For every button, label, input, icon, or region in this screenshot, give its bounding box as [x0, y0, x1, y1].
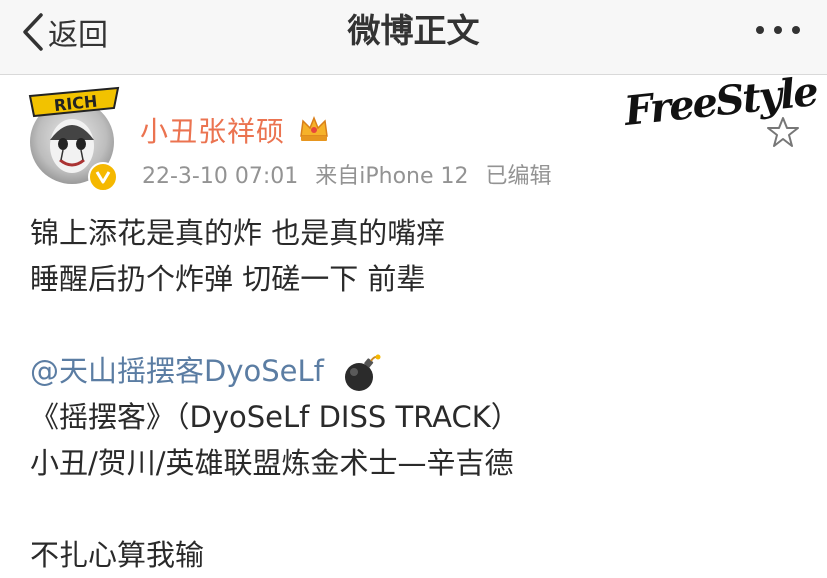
post-line: 不扎心算我输: [30, 538, 205, 572]
username[interactable]: 小丑张祥硕: [140, 110, 285, 150]
verified-badge: [88, 162, 118, 192]
more-button[interactable]: [755, 22, 801, 41]
post-line: 小丑/贺川/英雄联盟炼金术士—辛吉德: [30, 446, 514, 480]
rich-badge-text: RICH: [53, 92, 98, 115]
avatar[interactable]: RICH: [26, 86, 122, 192]
page-title: 微博正文: [347, 11, 480, 50]
post-source: 来自iPhone 12: [315, 164, 469, 189]
more-dots-icon: [756, 26, 800, 34]
crown-icon[interactable]: [298, 114, 330, 144]
verified-icon: [95, 171, 111, 184]
post-content: 锦上添花是真的炸 也是真的嘴痒 睡醒后扔个炸弹 切磋一下 前辈 @天山摇摆客Dy…: [30, 210, 810, 578]
star-icon[interactable]: [766, 116, 800, 148]
post-line: 《摇摆客》（DyoSeLf DISS TRACK）: [30, 400, 520, 434]
post-spacer: [30, 302, 810, 348]
post-timestamp: 22-3-10 07:01: [142, 164, 299, 189]
bomb-icon: [345, 354, 381, 391]
post-meta: 22-3-10 07:01 来自iPhone 12 已编辑: [142, 158, 562, 190]
post-line: 锦上添花是真的炸 也是真的嘴痒: [30, 216, 446, 250]
mention-link[interactable]: @天山摇摆客DyoSeLf: [30, 354, 324, 388]
nav-bar: 返回 微博正文: [0, 0, 827, 75]
post-line: 睡醒后扔个炸弹 切磋一下 前辈: [30, 262, 426, 296]
post-line: @天山摇摆客DyoSeLf: [30, 348, 810, 394]
edited-label[interactable]: 已编辑: [486, 164, 552, 189]
rich-badge: RICH: [28, 86, 120, 118]
post-spacer: [30, 486, 810, 532]
